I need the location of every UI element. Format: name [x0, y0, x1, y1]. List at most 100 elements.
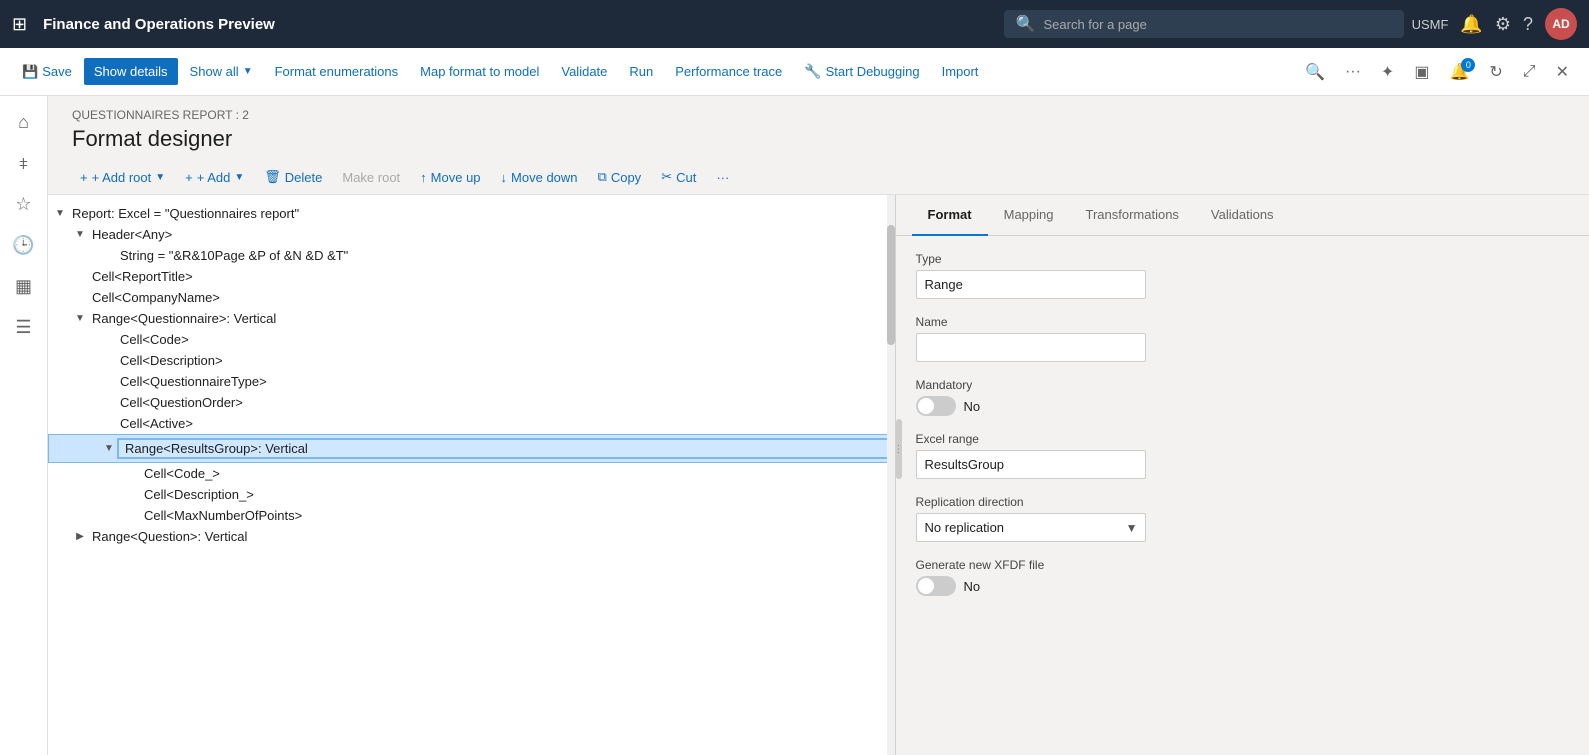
copy-icon: ⧉ — [598, 169, 607, 185]
tree-item[interactable]: ▼ Report: Excel = "Questionnaires report… — [48, 203, 895, 224]
scrollbar-thumb[interactable] — [887, 225, 895, 345]
properties-panel: ⋮ Format Mapping Transformations Validat… — [896, 195, 1589, 755]
table-icon[interactable]: ▦ — [7, 268, 40, 305]
settings-icon[interactable]: ⚙ — [1495, 14, 1511, 35]
badge-icon[interactable]: 🔔 0 — [1441, 56, 1477, 88]
name-label: Name — [916, 315, 1569, 329]
close-icon[interactable]: ✕ — [1548, 56, 1577, 88]
expand-icon[interactable]: ▼ — [101, 443, 117, 454]
search-cmd-icon[interactable]: 🔍 — [1297, 56, 1333, 88]
notification-icon[interactable]: 🔔 — [1460, 14, 1482, 35]
xfdf-toggle[interactable] — [916, 576, 956, 596]
format-enumerations-button[interactable]: Format enumerations — [265, 58, 409, 85]
type-value[interactable] — [916, 270, 1146, 299]
tree-item[interactable]: Cell<ReportTitle> — [48, 266, 895, 287]
pin-icon[interactable]: ✦ — [1373, 56, 1402, 88]
content-area: QUESTIONNAIRES REPORT : 2 Format designe… — [48, 96, 1589, 755]
left-sidebar: ⌂ ⧧ ☆ 🕒 ▦ ☰ — [0, 96, 48, 755]
add-root-arrow: ▼ — [155, 172, 165, 183]
add-button[interactable]: + + Add ▼ — [177, 165, 252, 190]
show-all-button[interactable]: Show all ▼ — [180, 58, 263, 85]
tree-item[interactable]: Cell<CompanyName> — [48, 287, 895, 308]
clock-icon[interactable]: 🕒 — [4, 227, 42, 264]
user-avatar[interactable]: AD — [1545, 8, 1577, 40]
expand-icon[interactable]: ▼ — [72, 229, 88, 240]
tab-validations[interactable]: Validations — [1195, 195, 1290, 236]
panel-icon[interactable]: ▣ — [1406, 56, 1437, 88]
import-button[interactable]: Import — [932, 58, 989, 85]
tree-item[interactable]: ▶ Range<Question>: Vertical — [48, 526, 895, 547]
help-icon[interactable]: ? — [1523, 14, 1533, 35]
tree-item[interactable]: Cell<Code_> — [48, 463, 895, 484]
tree-item[interactable]: Cell<MaxNumberOfPoints> — [48, 505, 895, 526]
tree-item[interactable]: String = "&R&10Page &P of &N &D &T" — [48, 245, 895, 266]
add-root-icon: + — [80, 170, 88, 185]
name-input[interactable] — [916, 333, 1146, 362]
expand-icon[interactable]: ▶ — [72, 531, 88, 542]
tree-item[interactable]: ▼ Header<Any> — [48, 224, 895, 245]
tab-format[interactable]: Format — [912, 195, 988, 236]
move-up-button[interactable]: ↑ Move up — [412, 165, 488, 190]
search-box[interactable]: 🔍 — [1004, 10, 1404, 38]
validate-button[interactable]: Validate — [551, 58, 617, 85]
add-root-button[interactable]: + + Add root ▼ — [72, 165, 173, 190]
panel-resize-handle[interactable]: ⋮ — [896, 419, 902, 479]
replication-select-wrapper: No replication Vertical Horizontal ▼ — [916, 513, 1146, 542]
tree-item[interactable]: Cell<QuestionOrder> — [48, 392, 895, 413]
app-title: Finance and Operations Preview — [43, 16, 995, 33]
nav-right: USMF 🔔 ⚙ ? AD — [1412, 8, 1577, 40]
performance-trace-button[interactable]: Performance trace — [665, 58, 792, 85]
replication-select[interactable]: No replication Vertical Horizontal — [916, 513, 1146, 542]
more-cmd-icon[interactable]: ··· — [1337, 57, 1369, 87]
expand-icon[interactable]: ▼ — [72, 313, 88, 324]
waffle-icon[interactable]: ⊞ — [12, 14, 27, 35]
move-down-icon: ↓ — [501, 170, 508, 185]
copy-button[interactable]: ⧉ Copy — [590, 164, 650, 190]
cut-icon: ✂ — [661, 169, 672, 185]
delete-button[interactable]: 🗑 Delete — [256, 164, 330, 190]
home-icon[interactable]: ⌂ — [10, 104, 37, 141]
tab-mapping[interactable]: Mapping — [988, 195, 1070, 236]
delete-icon: 🗑 — [264, 169, 281, 185]
tree-item[interactable]: Cell<Code> — [48, 329, 895, 350]
make-root-button[interactable]: Make root — [334, 165, 408, 190]
search-icon: 🔍 — [1016, 14, 1036, 34]
save-button[interactable]: 💾 Save — [12, 58, 82, 86]
map-format-button[interactable]: Map format to model — [410, 58, 549, 85]
replication-label: Replication direction — [916, 495, 1569, 509]
mandatory-toggle[interactable] — [916, 396, 956, 416]
xfdf-label: Generate new XFDF file — [916, 558, 1569, 572]
move-down-button[interactable]: ↓ Move down — [493, 165, 586, 190]
type-field-group: Type — [916, 252, 1569, 299]
xfdf-value: No — [964, 579, 981, 594]
tree-item[interactable]: Cell<QuestionnaireType> — [48, 371, 895, 392]
excel-range-input[interactable] — [916, 450, 1146, 479]
format-form: Type Name Mandatory — [896, 236, 1589, 628]
name-field-group: Name — [916, 315, 1569, 362]
refresh-icon[interactable]: ↻ — [1481, 56, 1510, 88]
mandatory-value: No — [964, 399, 981, 414]
cut-button[interactable]: ✂ Cut — [653, 164, 704, 190]
filter-icon[interactable]: ⧧ — [11, 145, 36, 182]
search-input[interactable] — [1044, 17, 1392, 32]
tree-item-selected[interactable]: ▼ Range<ResultsGroup>: Vertical — [48, 434, 895, 463]
tree-item[interactable]: Cell<Active> — [48, 413, 895, 434]
show-details-button[interactable]: Show details — [84, 58, 178, 85]
star-icon[interactable]: ☆ — [7, 186, 39, 223]
main-layout: ⌂ ⧧ ☆ 🕒 ▦ ☰ QUESTIONNAIRES REPORT : 2 Fo… — [0, 96, 1589, 755]
show-all-arrow: ▼ — [243, 66, 253, 77]
scrollbar-track — [887, 195, 895, 755]
more-button[interactable]: ··· — [708, 165, 737, 190]
tree-item[interactable]: ▼ Range<Questionnaire>: Vertical — [48, 308, 895, 329]
tree-item[interactable]: Cell<Description_> — [48, 484, 895, 505]
expand-icon[interactable]: ▼ — [52, 208, 68, 219]
list-icon[interactable]: ☰ — [7, 309, 39, 346]
add-arrow: ▼ — [234, 172, 244, 183]
start-debugging-button[interactable]: 🔧 Start Debugging — [794, 57, 929, 86]
tab-transformations[interactable]: Transformations — [1069, 195, 1194, 236]
breadcrumb: QUESTIONNAIRES REPORT : 2 — [72, 108, 1565, 122]
split-view: ▼ Report: Excel = "Questionnaires report… — [48, 195, 1589, 755]
popout-icon[interactable]: ⤢ — [1515, 57, 1544, 87]
tree-item[interactable]: Cell<Description> — [48, 350, 895, 371]
run-button[interactable]: Run — [619, 58, 663, 85]
